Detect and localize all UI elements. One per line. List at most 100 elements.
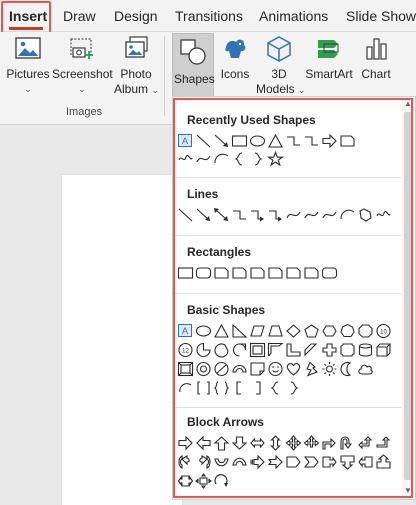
- frame-shape-icon[interactable]: [249, 342, 266, 358]
- gallery-scrollbar[interactable]: ▲ ▼: [402, 98, 414, 498]
- curvedright-shape-icon[interactable]: [177, 454, 194, 470]
- uturn-shape-icon[interactable]: [339, 435, 356, 451]
- decagon-shape-icon[interactable]: 10: [375, 323, 392, 339]
- pentagonarrow-shape-icon[interactable]: [285, 454, 302, 470]
- dodecagon-shape-icon[interactable]: 12: [177, 342, 194, 358]
- moon-shape-icon[interactable]: [339, 361, 356, 377]
- rbrace-shape-icon[interactable]: [249, 151, 266, 167]
- teardrop-shape-icon[interactable]: [231, 342, 248, 358]
- chart-button[interactable]: Chart: [358, 34, 394, 82]
- lrudarrow-shape-icon[interactable]: [303, 435, 320, 451]
- heptagon-shape-icon[interactable]: [339, 323, 356, 339]
- shapes-button[interactable]: Shapes: [172, 33, 215, 105]
- rtriangle-shape-icon[interactable]: [231, 323, 248, 339]
- rbrace-shape-icon[interactable]: [285, 380, 302, 396]
- leftuparrow-shape-icon[interactable]: [357, 435, 374, 451]
- chord-shape-icon[interactable]: [213, 342, 230, 358]
- screenshot-button[interactable]: Screenshot ⌄: [52, 34, 113, 97]
- lshape-shape-icon[interactable]: [285, 342, 302, 358]
- quadcallout-shape-icon[interactable]: [195, 473, 212, 489]
- tab-animations[interactable]: Animations: [259, 8, 328, 24]
- halfframe-shape-icon[interactable]: [267, 342, 284, 358]
- parallelogram-shape-icon[interactable]: [249, 323, 266, 339]
- scribble-shape-icon[interactable]: [375, 207, 392, 223]
- smiley-shape-icon[interactable]: [267, 361, 284, 377]
- rightarrow-shape-icon[interactable]: [177, 435, 194, 451]
- scroll-down-arrow-icon[interactable]: ▼: [404, 487, 412, 495]
- arrowline-shape-icon[interactable]: [195, 207, 212, 223]
- quadarrow-shape-icon[interactable]: [285, 435, 302, 451]
- notched-shape-icon[interactable]: [267, 454, 284, 470]
- lbracket-shape-icon[interactable]: [231, 380, 248, 396]
- downcallout-shape-icon[interactable]: [339, 454, 356, 470]
- bevel-shape-icon[interactable]: [177, 361, 194, 377]
- bentuparrow-shape-icon[interactable]: [375, 435, 392, 451]
- textbox-shape-icon[interactable]: A: [177, 133, 194, 149]
- snip-shape-icon[interactable]: [303, 265, 320, 281]
- snip-shape-icon[interactable]: [267, 265, 284, 281]
- rightarrow-shape-icon[interactable]: [321, 133, 338, 149]
- dblarrowline-shape-icon[interactable]: [213, 207, 230, 223]
- foldedcorner-shape-icon[interactable]: [249, 361, 266, 377]
- heart-shape-icon[interactable]: [285, 361, 302, 377]
- 3d-models-button[interactable]: 3D Models ⌄: [256, 34, 306, 98]
- 3d-models-chevron-icon[interactable]: ⌄: [298, 85, 306, 95]
- rbracket-shape-icon[interactable]: [249, 380, 266, 396]
- arrowline-shape-icon[interactable]: [213, 133, 230, 149]
- freeform-shape-icon[interactable]: [357, 207, 374, 223]
- lightning-shape-icon[interactable]: [303, 361, 320, 377]
- lbrace-shape-icon[interactable]: [231, 151, 248, 167]
- dblbrace-shape-icon[interactable]: [213, 380, 230, 396]
- elbow-shape-icon[interactable]: [303, 133, 320, 149]
- arc-shape-icon[interactable]: [213, 151, 230, 167]
- smartart-button[interactable]: SmartArt: [304, 34, 354, 82]
- blockarc-shape-icon[interactable]: [231, 361, 248, 377]
- triangle-shape-icon[interactable]: [267, 133, 284, 149]
- cloud-shape-icon[interactable]: [357, 361, 374, 377]
- snip-shape-icon[interactable]: [213, 265, 230, 281]
- slide-canvas[interactable]: [62, 175, 182, 505]
- circulararrow-shape-icon[interactable]: [213, 473, 230, 489]
- lrarrow-shape-icon[interactable]: [249, 435, 266, 451]
- cross-shape-icon[interactable]: [321, 342, 338, 358]
- diamond-shape-icon[interactable]: [285, 323, 302, 339]
- downarrow-shape-icon[interactable]: [231, 435, 248, 451]
- elbow-shape-icon[interactable]: [231, 207, 248, 223]
- dblbracket-shape-icon[interactable]: [195, 380, 212, 396]
- bentarrow-shape-icon[interactable]: [321, 435, 338, 451]
- donut-shape-icon[interactable]: [195, 361, 212, 377]
- tab-transitions[interactable]: Transitions: [175, 8, 243, 24]
- octagon-shape-icon[interactable]: [357, 323, 374, 339]
- textbox-shape-icon[interactable]: A: [177, 323, 194, 339]
- photo-album-chevron-icon[interactable]: ⌄: [151, 85, 159, 95]
- tab-draw[interactable]: Draw: [63, 8, 96, 24]
- lbrace-shape-icon[interactable]: [267, 380, 284, 396]
- snip-shape-icon[interactable]: [249, 265, 266, 281]
- scribble-shape-icon[interactable]: [177, 151, 194, 167]
- hexagon-shape-icon[interactable]: [321, 323, 338, 339]
- nosymbol-shape-icon[interactable]: [213, 361, 230, 377]
- elbowarrow-shape-icon[interactable]: [267, 207, 284, 223]
- scroll-up-arrow-icon[interactable]: ▲: [404, 100, 412, 108]
- triangle-shape-icon[interactable]: [213, 323, 230, 339]
- oval-shape-icon[interactable]: [249, 133, 266, 149]
- curveddown-shape-icon[interactable]: [231, 454, 248, 470]
- rect-shape-icon[interactable]: [177, 265, 194, 281]
- curvedleft-shape-icon[interactable]: [195, 454, 212, 470]
- rightcallout-shape-icon[interactable]: [321, 454, 338, 470]
- screenshot-chevron-icon[interactable]: ⌄: [52, 82, 112, 97]
- arc-shape-icon[interactable]: [339, 207, 356, 223]
- curve-shape-icon[interactable]: [195, 151, 212, 167]
- tab-slide-show[interactable]: Slide Show: [346, 8, 416, 24]
- arcshape-shape-icon[interactable]: [177, 380, 194, 396]
- snip-shape-icon[interactable]: [231, 265, 248, 281]
- leftarrow-shape-icon[interactable]: [195, 435, 212, 451]
- diagstripe-shape-icon[interactable]: [303, 342, 320, 358]
- upcallout-shape-icon[interactable]: [375, 454, 392, 470]
- scroll-thumb[interactable]: [404, 112, 412, 480]
- pentagon-shape-icon[interactable]: [303, 323, 320, 339]
- chevron-shape-icon[interactable]: [303, 454, 320, 470]
- sun-shape-icon[interactable]: [321, 361, 338, 377]
- pie-shape-icon[interactable]: [195, 342, 212, 358]
- cube-shape-icon[interactable]: [375, 342, 392, 358]
